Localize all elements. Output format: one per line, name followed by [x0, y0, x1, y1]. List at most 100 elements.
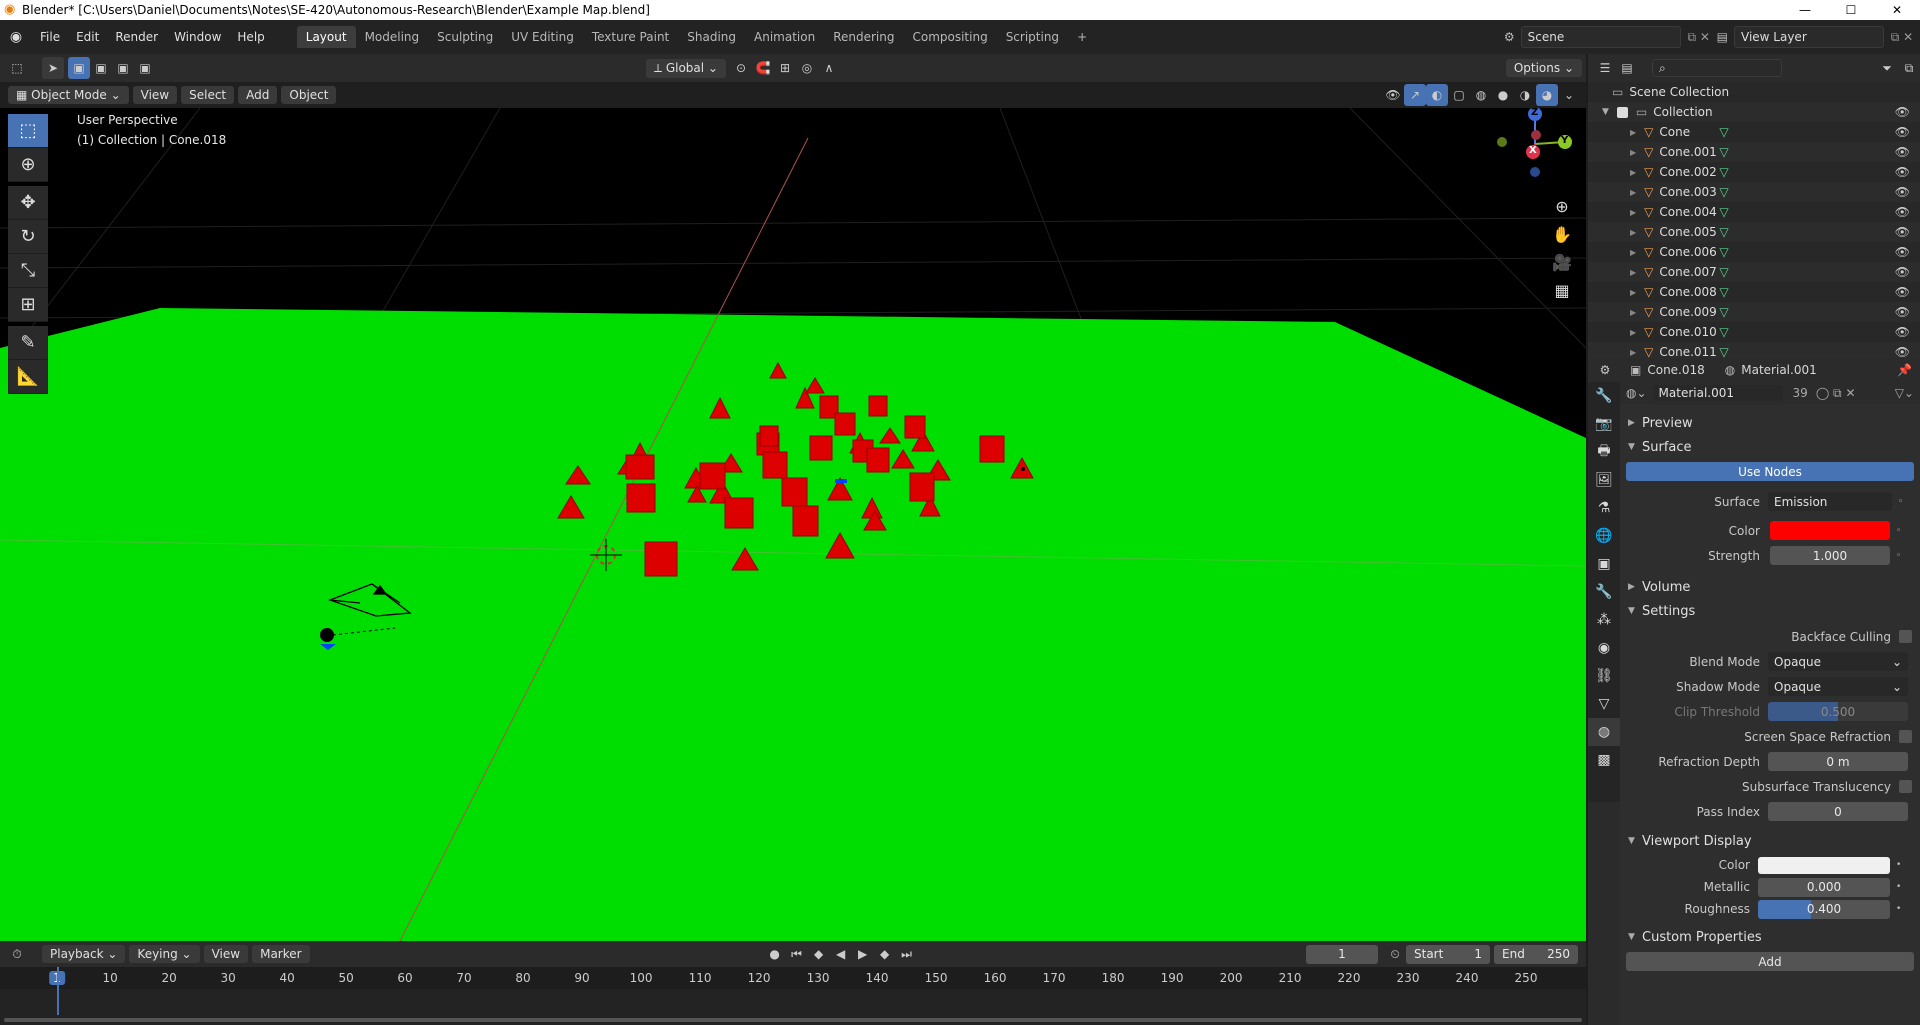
- gizmo-icon[interactable]: ↗: [1404, 84, 1426, 106]
- timeline-scrollbar[interactable]: [0, 1015, 1586, 1025]
- select-mode-extend-icon[interactable]: ▣: [90, 57, 112, 79]
- object-menu[interactable]: Object: [281, 86, 337, 104]
- transform-orientation-dropdown[interactable]: ⟂ Global ⌄: [646, 58, 726, 78]
- menu-window[interactable]: Window: [166, 30, 229, 44]
- select-mode-subtract-icon[interactable]: ▣: [112, 57, 134, 79]
- material-browse-icon[interactable]: ◍⌄: [1626, 386, 1647, 400]
- emission-color-swatch[interactable]: [1770, 521, 1890, 540]
- material-shading-icon[interactable]: ◑: [1514, 84, 1536, 106]
- measure-tool-icon[interactable]: 📐: [8, 360, 48, 394]
- pivot-point-icon[interactable]: ⊙: [730, 57, 752, 79]
- keyframe-dot-icon[interactable]: •: [1896, 882, 1904, 892]
- camera-view-icon[interactable]: 🎥: [1548, 248, 1576, 276]
- expand-arrow-icon[interactable]: ▶: [1630, 188, 1636, 197]
- checkbox-icon[interactable]: [1616, 106, 1628, 118]
- metallic-field[interactable]: 0.000: [1758, 877, 1890, 897]
- timeline-editor-icon[interactable]: ⏱: [6, 943, 28, 965]
- eye-icon[interactable]: 👁: [1895, 325, 1910, 339]
- outliner-row-object[interactable]: ▶ ▽ Cone.009 ▽ 👁: [1588, 302, 1920, 322]
- eye-icon[interactable]: 👁: [1895, 125, 1910, 139]
- data-tab-icon[interactable]: ▽: [1588, 690, 1620, 718]
- expand-arrow-icon[interactable]: ▶: [1630, 208, 1636, 217]
- node-link-icon[interactable]: ▽⌄: [1895, 386, 1914, 400]
- next-keyframe-icon[interactable]: ◆: [874, 943, 896, 965]
- particles-tab-icon[interactable]: ⁂: [1588, 606, 1620, 634]
- outliner-row-object[interactable]: ▶ ▽ Cone.007 ▽ 👁: [1588, 262, 1920, 282]
- zoom-icon[interactable]: ⊕: [1548, 192, 1576, 220]
- outliner-editor-icon[interactable]: ☰: [1594, 57, 1616, 79]
- shading-options-icon[interactable]: ⌄: [1558, 84, 1580, 106]
- eye-icon[interactable]: 👁: [1895, 345, 1910, 359]
- outliner-row-object[interactable]: ▶ ▽ Cone.008 ▽ 👁: [1588, 282, 1920, 302]
- add-menu[interactable]: Add: [238, 86, 278, 104]
- view-menu[interactable]: View: [132, 86, 178, 104]
- viewport-color-swatch[interactable]: [1758, 856, 1890, 874]
- surface-shader-dropdown[interactable]: Emission: [1768, 492, 1892, 511]
- expand-arrow-icon[interactable]: ▶: [1630, 168, 1636, 177]
- mesh-data-icon[interactable]: ▽: [1719, 265, 1728, 279]
- blender-menu-icon[interactable]: ◉: [0, 29, 32, 45]
- outliner-row-object[interactable]: ▶ ▽ Cone.006 ▽ 👁: [1588, 242, 1920, 262]
- jump-end-icon[interactable]: ⏭: [896, 943, 918, 965]
- outliner-row-object[interactable]: ▶ ▽ Cone.004 ▽ 👁: [1588, 202, 1920, 222]
- close-button[interactable]: ✕: [1874, 3, 1920, 17]
- playhead[interactable]: [57, 967, 59, 1019]
- eye-icon[interactable]: 👁: [1895, 105, 1910, 119]
- expand-arrow-icon[interactable]: ▶: [1630, 328, 1636, 337]
- frame-ruler[interactable]: 1102030405060708090100110120130140150160…: [0, 967, 1586, 989]
- physics-tab-icon[interactable]: ◉: [1588, 634, 1620, 662]
- keyframe-dot-icon[interactable]: •: [1896, 904, 1904, 914]
- mesh-data-icon[interactable]: ▽: [1719, 345, 1728, 359]
- rotate-tool-icon[interactable]: ↻: [8, 220, 48, 254]
- shadow-mode-dropdown[interactable]: Opaque ⌄: [1768, 677, 1908, 696]
- solid-shading-icon[interactable]: ●: [1492, 84, 1514, 106]
- scene-selector[interactable]: Scene: [1520, 26, 1681, 48]
- material-tab-icon[interactable]: ◍: [1588, 718, 1620, 746]
- subsurface-checkbox[interactable]: [1899, 780, 1912, 793]
- tab-shading[interactable]: Shading: [678, 26, 745, 48]
- render-tab-icon[interactable]: 📷: [1588, 410, 1620, 438]
- mesh-data-icon[interactable]: ▽: [1719, 145, 1728, 159]
- mesh-data-icon[interactable]: ▽: [1719, 165, 1728, 179]
- snap-icon[interactable]: 🧲: [752, 57, 774, 79]
- outliner-row-collection[interactable]: ▼ ▭ Collection 👁: [1588, 102, 1920, 122]
- eye-icon[interactable]: 👁: [1895, 305, 1910, 319]
- link-dot-icon[interactable]: ◦: [1898, 497, 1906, 507]
- eye-icon[interactable]: 👁: [1895, 165, 1910, 179]
- outliner-row-object[interactable]: ▶ ▽ Cone.002 ▽ 👁: [1588, 162, 1920, 182]
- select-box-tool-icon[interactable]: ⬚: [8, 114, 48, 148]
- outliner-row-object[interactable]: ▶ ▽ Cone.010 ▽ 👁: [1588, 322, 1920, 342]
- pin-icon[interactable]: 📌: [1897, 363, 1912, 377]
- falloff-icon[interactable]: ∧: [818, 57, 840, 79]
- mesh-data-icon[interactable]: ▽: [1719, 245, 1728, 259]
- menu-help[interactable]: Help: [229, 30, 272, 44]
- timeline-view-menu[interactable]: View: [203, 945, 249, 963]
- expand-arrow-icon[interactable]: ▶: [1630, 348, 1636, 357]
- move-tool-icon[interactable]: ✥: [8, 186, 48, 220]
- fake-user-icon[interactable]: ◯ ⧉ ✕: [1816, 386, 1856, 401]
- proportional-edit-icon[interactable]: ◎: [796, 57, 818, 79]
- keyframe-dot-icon[interactable]: •: [1896, 860, 1904, 870]
- expand-arrow-icon[interactable]: ▶: [1630, 148, 1636, 157]
- tab-rendering[interactable]: Rendering: [824, 26, 903, 48]
- menu-file[interactable]: File: [32, 30, 68, 44]
- xray-icon[interactable]: ▢: [1448, 84, 1470, 106]
- end-frame-field[interactable]: End 250: [1494, 944, 1578, 964]
- tab-scripting[interactable]: Scripting: [997, 26, 1068, 48]
- record-icon[interactable]: ●: [764, 943, 786, 965]
- transform-tool-icon[interactable]: ⊞: [8, 288, 48, 322]
- backface-culling-checkbox[interactable]: [1899, 630, 1912, 643]
- scene-actions-icon[interactable]: ⧉ ✕: [1681, 30, 1717, 45]
- ssr-checkbox[interactable]: [1899, 730, 1912, 743]
- minimize-button[interactable]: —: [1782, 3, 1828, 17]
- blend-mode-dropdown[interactable]: Opaque ⌄: [1768, 652, 1908, 671]
- outliner-row-scene-collection[interactable]: ▭ Scene Collection: [1588, 82, 1920, 102]
- view-layer-selector[interactable]: View Layer: [1734, 26, 1884, 48]
- outliner-row-object[interactable]: ▶ ▽ Cone ▽ 👁: [1588, 122, 1920, 142]
- link-dot-icon[interactable]: ◦: [1896, 526, 1904, 536]
- texture-tab-icon[interactable]: ▩: [1588, 746, 1620, 774]
- outliner-row-object[interactable]: ▶ ▽ Cone.003 ▽ 👁: [1588, 182, 1920, 202]
- eye-icon[interactable]: 👁: [1895, 245, 1910, 259]
- overlay-icon[interactable]: ◐: [1426, 84, 1448, 106]
- collapse-arrow-icon[interactable]: ▼: [1602, 107, 1609, 117]
